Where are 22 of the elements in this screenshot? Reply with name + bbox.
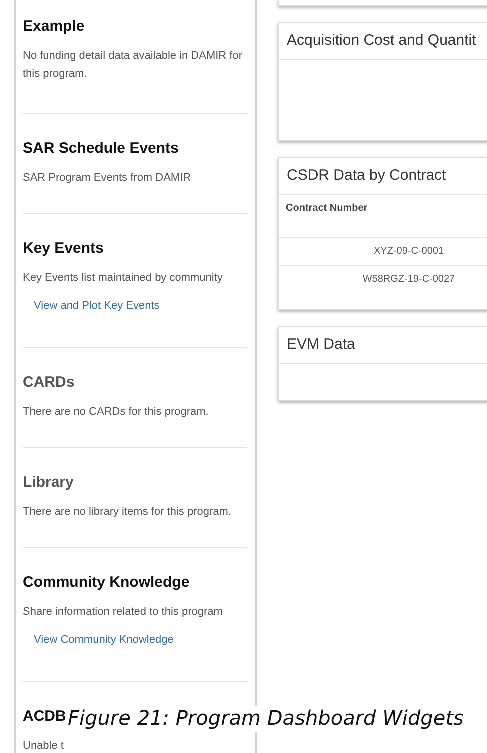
section-description: Key Events list maintained by community [23,271,223,286]
table-cell: XYZ-09-C-0001 [279,238,487,266]
section-heading: CARDs [23,373,75,393]
section-heading: Library [23,473,74,493]
section-heading: SAR Schedule Events [23,139,179,159]
section-heading: ACDB [23,707,66,727]
section-description: There are no CARDs for this program. [23,405,209,420]
widget-title: EVM Data [279,327,487,364]
section-description: SAR Program Events from DAMIR [23,171,192,186]
section-description: Unable t [23,739,64,753]
section-link[interactable]: View Community Knowledge [34,631,174,649]
section-link[interactable]: View and Plot Key Events [34,297,160,315]
section-heading: Community Knowledge [23,573,190,593]
widget-title: CSDR Data by Contract [279,158,487,195]
column-header: Contract Number [279,195,487,238]
section-description: There are no library items for this program. [23,505,232,520]
table-cell-text: W58RGZ-19-C-0027 [362,273,456,287]
section-heading: Example [23,17,85,37]
section-description: No funding detail data available in DAMIR for this program. [23,49,244,82]
section-heading: Key Events [23,239,104,259]
widget-title: Acquisition Cost and Quantit [279,23,487,60]
section-description: Share information related to this program [23,605,223,620]
